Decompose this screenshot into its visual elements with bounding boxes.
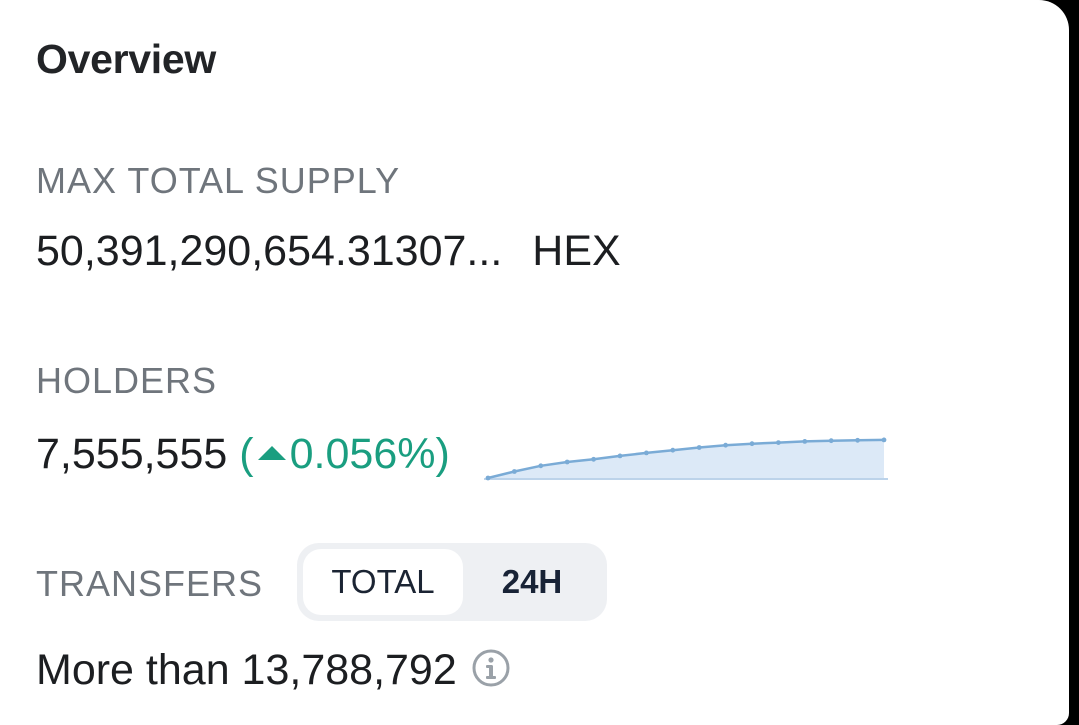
holders-sparkline	[484, 437, 888, 481]
sparkline-point	[828, 438, 834, 444]
max-total-supply-label: MAX TOTAL SUPPLY	[36, 160, 401, 201]
sparkline-point	[670, 447, 676, 453]
triangle-up-icon	[257, 446, 286, 460]
sparkline-point	[538, 463, 544, 469]
sparkline-point	[485, 475, 491, 481]
sparkline-point	[802, 439, 808, 444]
sparkline-point	[749, 441, 755, 447]
holders-value-row: 7,555,555(0.056%)	[36, 430, 450, 479]
sparkline-point	[881, 437, 887, 443]
holders-change: (0.056%)	[239, 430, 450, 478]
holders-change-open-paren: (	[239, 430, 254, 478]
transfers-label: TRANSFERS	[36, 563, 264, 604]
overview-card: Overview MAX TOTAL SUPPLY 50,391,290,654…	[0, 0, 1069, 725]
sparkline-point	[617, 453, 623, 459]
sparkline-point	[696, 445, 702, 450]
toggle-24h-label: 24H	[501, 563, 563, 600]
max-total-supply-amount: 50,391,290,654.31307...	[36, 227, 503, 275]
toggle-24h[interactable]: 24H	[463, 549, 601, 615]
sparkline-point	[564, 459, 570, 465]
toggle-total[interactable]: TOTAL	[303, 549, 463, 615]
max-total-supply-value: 50,391,290,654.31307... HEX	[36, 227, 621, 276]
sparkline-point	[776, 440, 781, 445]
transfers-period-toggle: TOTAL 24H	[297, 543, 607, 621]
sparkline-point	[512, 469, 517, 474]
overview-title: Overview	[36, 36, 216, 82]
toggle-total-label: TOTAL	[331, 563, 435, 600]
transfers-count: More than 13,788,792	[36, 646, 457, 694]
sparkline-point	[723, 442, 728, 448]
transfers-value-row: More than 13,788,792	[36, 646, 511, 695]
holders-label: HOLDERS	[36, 360, 218, 401]
info-icon[interactable]	[471, 648, 511, 688]
sparkline-point	[591, 456, 596, 462]
sparkline-point	[644, 450, 649, 456]
holders-count: 7,555,555	[36, 430, 228, 478]
sparkline-area	[488, 439, 884, 478]
max-total-supply-unit: HEX	[532, 227, 621, 275]
sparkline-point	[855, 437, 860, 443]
holders-change-percent: 0.056%)	[289, 430, 450, 478]
